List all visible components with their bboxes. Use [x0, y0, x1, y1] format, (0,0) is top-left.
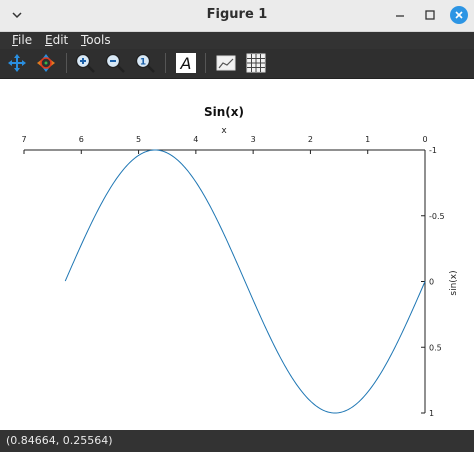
menu-bar: File Edit Tools: [0, 32, 474, 49]
menu-edit[interactable]: Edit: [45, 33, 68, 47]
figure-canvas[interactable]: Sin(x) x sin(x) 7 6 5 4 3 2 1 0 -1 -0.5 0 0.5 1: [0, 79, 474, 430]
menu-tools[interactable]: Tools: [81, 33, 111, 47]
y-tick-label: -0.5: [429, 212, 445, 221]
rotate-icon[interactable]: [35, 52, 57, 74]
y-tick-label: -1: [429, 146, 437, 155]
x-axis-label: x: [221, 126, 227, 136]
x-tick-label: 0: [422, 135, 427, 144]
grid-icon[interactable]: [245, 52, 267, 74]
pan-icon[interactable]: [6, 52, 28, 74]
zoom-out-icon[interactable]: [104, 52, 126, 74]
svg-text:A: A: [180, 54, 192, 73]
maximize-icon[interactable]: [422, 7, 438, 23]
status-bar: (0.84664, 0.25564): [0, 430, 474, 452]
toolbar-separator: [165, 53, 166, 73]
y-tick-label: 0: [429, 278, 434, 287]
close-icon[interactable]: [450, 6, 468, 24]
window-titlebar: Figure 1: [0, 0, 474, 32]
sine-line: [64, 149, 426, 414]
svg-text:1: 1: [140, 58, 146, 68]
x-tick-label: 6: [79, 135, 84, 144]
axes-icon[interactable]: [215, 52, 237, 74]
zoom-reset-icon[interactable]: 1: [134, 52, 156, 74]
chart-title: Sin(x): [204, 105, 244, 119]
toolbar-separator: [66, 53, 67, 73]
zoom-in-icon[interactable]: [74, 52, 96, 74]
chart-axes: 7 6 5 4 3 2 1 0-1-0.500.51: [21, 135, 444, 418]
x-tick-label: 1: [365, 135, 370, 144]
x-tick-label: 5: [136, 135, 141, 144]
y-tick-label: 0.5: [429, 343, 442, 352]
toolbar: 1 A: [0, 49, 474, 79]
cursor-coordinates: (0.84664, 0.25564): [6, 434, 113, 447]
text-icon[interactable]: A: [175, 52, 197, 74]
x-tick-label: 4: [193, 135, 198, 144]
minimize-icon[interactable]: [392, 7, 408, 23]
x-tick-label: 3: [251, 135, 256, 144]
menu-file[interactable]: File: [12, 33, 32, 47]
x-tick-label: 2: [308, 135, 313, 144]
chart-series: [64, 149, 426, 414]
y-tick-label: 1: [429, 409, 434, 418]
sine-chart[interactable]: Sin(x) x sin(x) 7 6 5 4 3 2 1 0-1-0.500.51: [0, 79, 474, 430]
toolbar-separator: [205, 53, 206, 73]
x-tick-label: 7: [21, 135, 26, 144]
y-axis-label: sin(x): [449, 270, 459, 295]
